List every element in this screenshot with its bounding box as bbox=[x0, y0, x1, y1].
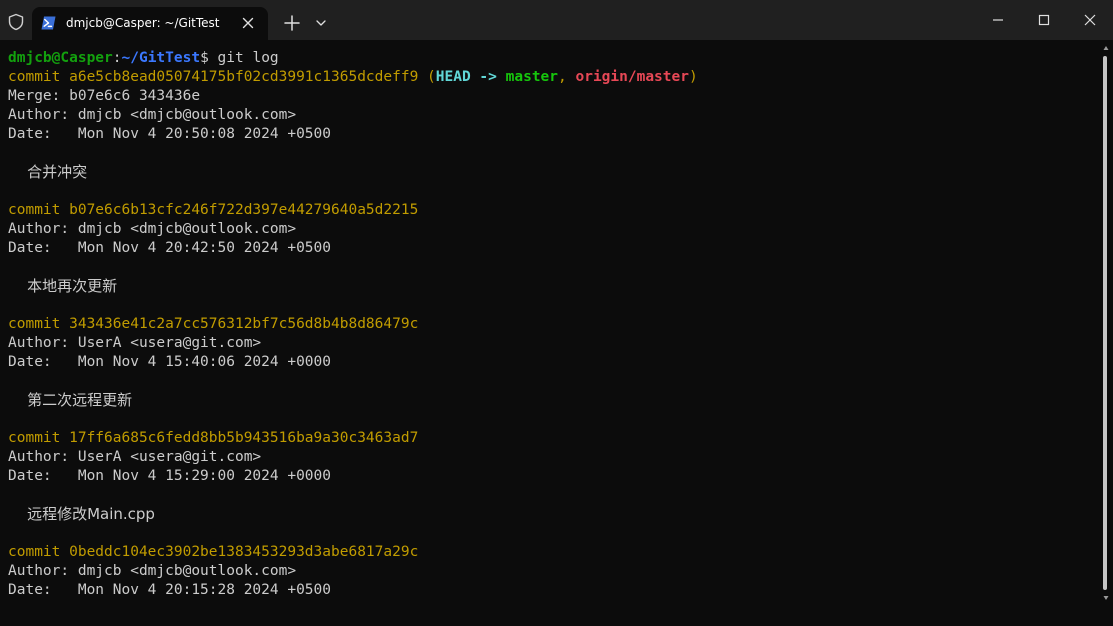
terminal-tab[interactable]: dmjcb@Casper: ~/GitTest bbox=[32, 7, 268, 40]
chevron-down-icon[interactable] bbox=[314, 17, 328, 29]
prompt-user-host: dmjcb@Casper bbox=[8, 50, 113, 66]
ref-remote: origin/master bbox=[575, 69, 689, 85]
ref-branch: master bbox=[505, 69, 559, 85]
commit-hash: commit 343436e41c2a7cc576312bf7c56d8b4b8… bbox=[8, 316, 419, 332]
prompt-dollar: $ bbox=[200, 50, 209, 66]
commit-merge: Merge: b07e6c6 343436e bbox=[8, 88, 201, 104]
commit-hash: commit a6e5cb8ead05074175bf02cd3991c1365… bbox=[8, 69, 419, 85]
title-bar: dmjcb@Casper: ~/GitTest bbox=[0, 0, 1113, 40]
commit-hash-line: commit a6e5cb8ead05074175bf02cd3991c1365… bbox=[8, 68, 698, 87]
refs-open: ( bbox=[418, 69, 436, 85]
prompt-path: ~/GitTest bbox=[121, 50, 201, 66]
commit-author: Author: dmjcb <dmjcb@outlook.com> bbox=[8, 107, 297, 123]
commit-date: Date: Mon Nov 4 15:40:06 2024 +0000 bbox=[8, 354, 332, 370]
scrollbar-thumb[interactable] bbox=[1103, 56, 1107, 590]
commit-hash: commit 17ff6a685c6fedd8bb5b943516ba9a30c… bbox=[8, 430, 419, 446]
tab-title: dmjcb@Casper: ~/GitTest bbox=[66, 16, 220, 30]
commit-author: Author: dmjcb <dmjcb@outlook.com> bbox=[8, 221, 297, 237]
commit-date: Date: Mon Nov 4 20:42:50 2024 +0500 bbox=[8, 240, 332, 256]
scroll-down-arrow-icon[interactable] bbox=[1103, 594, 1109, 602]
ref-sep: , bbox=[558, 69, 567, 85]
prompt-line: dmjcb@Casper:~/GitTest$ git log bbox=[8, 49, 279, 68]
commit-hash: commit b07e6c6b13cfc246f722d397e44279640… bbox=[8, 202, 419, 218]
commit-date: Date: Mon Nov 4 15:29:00 2024 +0000 bbox=[8, 468, 332, 484]
commit-date: Date: Mon Nov 4 20:50:08 2024 +0500 bbox=[8, 126, 332, 142]
shield-icon[interactable] bbox=[7, 13, 25, 31]
close-window-icon[interactable] bbox=[1082, 12, 1098, 28]
commit-message: 第二次远程更新 bbox=[8, 391, 133, 409]
refs-close: ) bbox=[688, 69, 698, 85]
minimize-icon[interactable] bbox=[990, 12, 1006, 28]
commit-message: 合并冲突 bbox=[8, 163, 88, 181]
commit-hash: commit 0beddc104ec3902be1383453293d3abe6… bbox=[8, 544, 419, 560]
maximize-icon[interactable] bbox=[1036, 12, 1052, 28]
commit-author: Author: UserA <usera@git.com> bbox=[8, 335, 262, 351]
commit-date: Date: Mon Nov 4 20:15:28 2024 +0500 bbox=[8, 582, 332, 598]
terminal-output[interactable]: dmjcb@Casper:~/GitTest$ git log commit a… bbox=[0, 40, 1100, 626]
prompt-command: git log bbox=[208, 50, 279, 66]
scroll-up-arrow-icon[interactable] bbox=[1103, 44, 1109, 52]
plus-icon[interactable] bbox=[283, 14, 301, 32]
prompt-colon: : bbox=[112, 50, 122, 66]
commit-message: 本地再次更新 bbox=[8, 277, 118, 295]
commit-author: Author: dmjcb <dmjcb@outlook.com> bbox=[8, 563, 297, 579]
ref-head: HEAD -> bbox=[435, 69, 497, 85]
commit-author: Author: UserA <usera@git.com> bbox=[8, 449, 262, 465]
close-icon[interactable] bbox=[240, 15, 256, 31]
commit-message: 远程修改Main.cpp bbox=[8, 505, 155, 523]
powershell-icon bbox=[41, 16, 56, 30]
